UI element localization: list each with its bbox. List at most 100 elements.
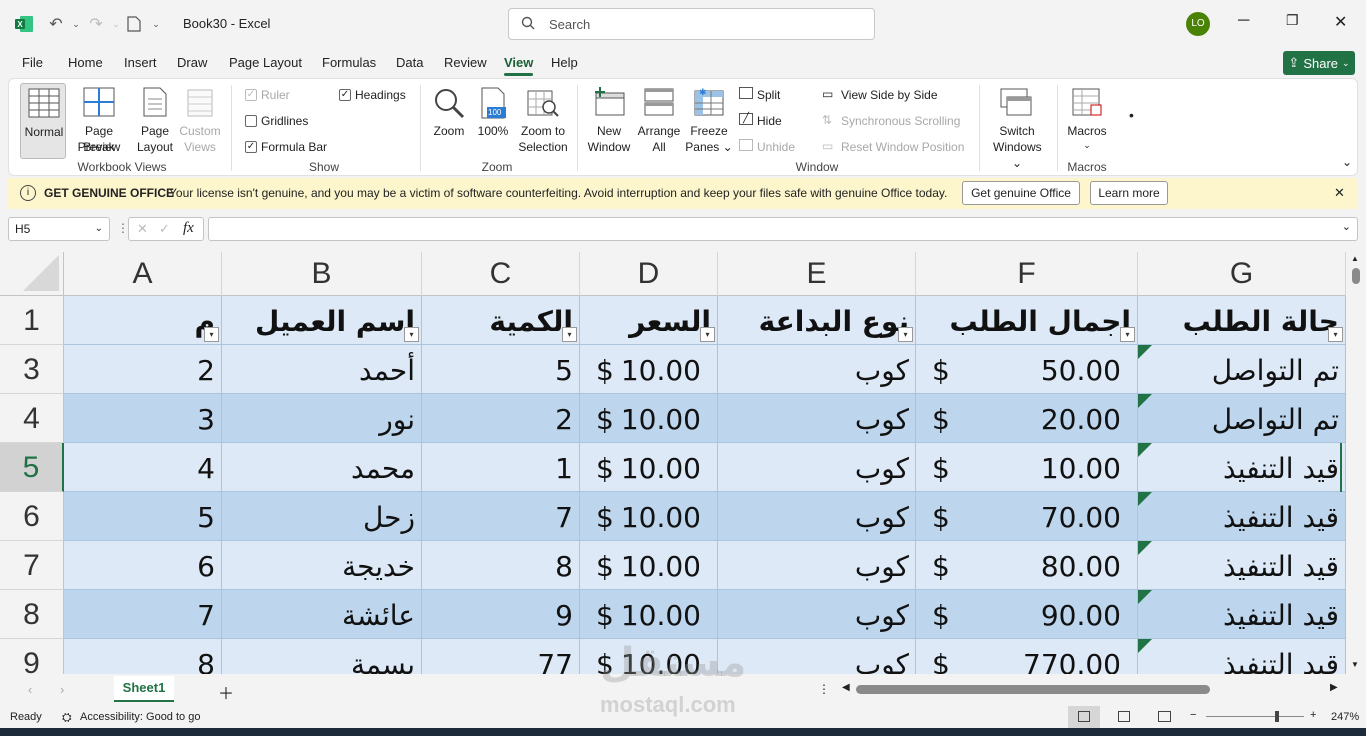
- select-all-corner[interactable]: [0, 252, 64, 296]
- zoom-slider-track[interactable]: [1206, 716, 1304, 717]
- spreadsheet-grid[interactable]: A B C D E F G 1 م ▾ اسم العميل ▾ الكمية ▾ ا…: [0, 252, 1346, 674]
- filter-dropdown-icon[interactable]: ▾: [700, 327, 715, 342]
- table-cell-g[interactable]: قيد التنفيذ: [1138, 590, 1346, 639]
- table-cell-a[interactable]: 3: [64, 394, 222, 443]
- error-indicator-icon[interactable]: [1138, 590, 1152, 604]
- table-cell-b[interactable]: زحل: [222, 492, 422, 541]
- table-cell-a[interactable]: 5: [64, 492, 222, 541]
- synchronous-scrolling-button[interactable]: Synchronous Scrolling: [841, 113, 960, 129]
- table-cell-c[interactable]: 5: [422, 345, 580, 394]
- horizontal-scroll-thumb[interactable]: [856, 685, 1210, 694]
- column-header-a[interactable]: A: [64, 252, 222, 296]
- table-cell-g[interactable]: تم التواصل: [1138, 394, 1346, 443]
- page-break-preview-button[interactable]: Page Break Preview: [69, 83, 129, 159]
- table-cell-b[interactable]: محمد: [222, 443, 422, 492]
- filter-dropdown-icon[interactable]: ▾: [204, 327, 219, 342]
- table-cell-f[interactable]: $10.00: [916, 443, 1138, 492]
- close-icon[interactable]: ✕: [1334, 12, 1347, 32]
- table-cell-c[interactable]: 8: [422, 541, 580, 590]
- filter-dropdown-icon[interactable]: ▾: [1328, 327, 1343, 342]
- formula-bar-checkbox[interactable]: ✓: [245, 141, 257, 153]
- tab-home[interactable]: Home: [68, 55, 103, 70]
- column-header-e[interactable]: E: [718, 252, 916, 296]
- qat-customize-icon[interactable]: ⌄: [144, 12, 168, 36]
- tab-draw[interactable]: Draw: [177, 55, 207, 70]
- zoom-button[interactable]: Zoom: [429, 83, 469, 143]
- table-cell-d[interactable]: $10.00: [580, 345, 718, 394]
- table-cell-b[interactable]: نور: [222, 394, 422, 443]
- row-header-4[interactable]: 4: [0, 394, 64, 443]
- tab-data[interactable]: Data: [396, 55, 423, 70]
- custom-views-button[interactable]: Custom Views: [177, 83, 223, 159]
- tab-review[interactable]: Review: [444, 55, 487, 70]
- new-document-icon[interactable]: [122, 12, 146, 36]
- table-cell-b[interactable]: خديجة: [222, 541, 422, 590]
- table-cell-d[interactable]: $10.00: [580, 443, 718, 492]
- table-cell-g[interactable]: تم التواصل: [1138, 345, 1346, 394]
- table-cell-d[interactable]: $10.00: [580, 541, 718, 590]
- name-box[interactable]: H5 ⌄: [8, 217, 110, 241]
- prev-sheet-icon[interactable]: ‹: [28, 682, 32, 697]
- row-header-5[interactable]: 5: [0, 443, 64, 492]
- table-cell-f[interactable]: $90.00: [916, 590, 1138, 639]
- table-cell-b[interactable]: أحمد: [222, 345, 422, 394]
- table-cell-d[interactable]: $10.00: [580, 590, 718, 639]
- tab-help[interactable]: Help: [551, 55, 578, 70]
- table-cell-g[interactable]: قيد التنفيذ: [1138, 443, 1346, 492]
- add-sheet-icon[interactable]: ＋: [218, 680, 234, 704]
- table-cell-e[interactable]: كوب: [718, 492, 916, 541]
- error-indicator-icon[interactable]: [1138, 492, 1152, 506]
- table-cell-f[interactable]: $50.00: [916, 345, 1138, 394]
- page-layout-status-icon[interactable]: [1118, 711, 1130, 722]
- table-cell-f[interactable]: $80.00: [916, 541, 1138, 590]
- error-indicator-icon[interactable]: [1138, 541, 1152, 555]
- table-cell-c[interactable]: 9: [422, 590, 580, 639]
- table-cell-e[interactable]: كوب: [718, 345, 916, 394]
- table-cell-b[interactable]: بسمة: [222, 639, 422, 674]
- table-cell-a[interactable]: 8: [64, 639, 222, 674]
- tab-page-layout[interactable]: Page Layout: [229, 55, 302, 70]
- table-cell-d[interactable]: $10.00: [580, 394, 718, 443]
- zoom-out-icon[interactable]: −: [1190, 709, 1196, 721]
- next-sheet-icon[interactable]: ›: [60, 682, 64, 697]
- share-button[interactable]: ⇪ Share ⌄: [1283, 51, 1355, 75]
- zoom-percentage[interactable]: 247%: [1331, 711, 1359, 723]
- cancel-icon[interactable]: ✕: [137, 221, 148, 237]
- column-header-f[interactable]: F: [916, 252, 1138, 296]
- split-button[interactable]: Split: [757, 87, 780, 103]
- header-cell-e[interactable]: نوع البداعة ▾: [718, 296, 916, 345]
- column-header-c[interactable]: C: [422, 252, 580, 296]
- learn-more-button[interactable]: Learn more: [1090, 181, 1168, 205]
- table-cell-a[interactable]: 4: [64, 443, 222, 492]
- row-header-9[interactable]: 9: [0, 639, 64, 674]
- page-break-status-icon[interactable]: [1158, 711, 1171, 722]
- search-input[interactable]: Search: [508, 8, 875, 40]
- freeze-panes-button[interactable]: ✱ Freeze Panes ⌄: [685, 83, 733, 159]
- filter-dropdown-icon[interactable]: ▾: [1120, 327, 1135, 342]
- page-layout-button[interactable]: Page Layout: [133, 83, 177, 159]
- table-cell-b[interactable]: عائشة: [222, 590, 422, 639]
- table-cell-e[interactable]: كوب: [718, 639, 916, 674]
- headings-checkbox[interactable]: ✓: [339, 89, 351, 101]
- ribbon-collapse-icon[interactable]: ⌄: [1342, 155, 1352, 169]
- zoom-100-button[interactable]: 100 100%: [475, 83, 511, 143]
- row-header-8[interactable]: 8: [0, 590, 64, 639]
- table-cell-a[interactable]: 2: [64, 345, 222, 394]
- sheet-tab-sheet1[interactable]: Sheet1: [114, 676, 174, 702]
- table-cell-f[interactable]: $70.00: [916, 492, 1138, 541]
- enter-icon[interactable]: ✓: [159, 221, 170, 237]
- table-cell-g[interactable]: قيد التنفيذ: [1138, 541, 1346, 590]
- table-cell-d[interactable]: $10.00: [580, 492, 718, 541]
- table-cell-g[interactable]: قيد التنفيذ: [1138, 639, 1346, 674]
- switch-windows-button[interactable]: Switch Windows ⌄: [993, 83, 1042, 170]
- formula-input[interactable]: ⌄: [208, 217, 1358, 241]
- header-cell-d[interactable]: السعر ▾: [580, 296, 718, 345]
- scroll-right-icon[interactable]: ▶: [1330, 682, 1338, 693]
- view-side-by-side-button[interactable]: View Side by Side: [841, 87, 938, 103]
- header-cell-c[interactable]: الكمية ▾: [422, 296, 580, 345]
- table-cell-c[interactable]: 2: [422, 394, 580, 443]
- table-cell-e[interactable]: كوب: [718, 541, 916, 590]
- gridlines-checkbox[interactable]: [245, 115, 257, 127]
- row-header-7[interactable]: 7: [0, 541, 64, 590]
- accessibility-status[interactable]: Accessibility: Good to go: [80, 711, 200, 723]
